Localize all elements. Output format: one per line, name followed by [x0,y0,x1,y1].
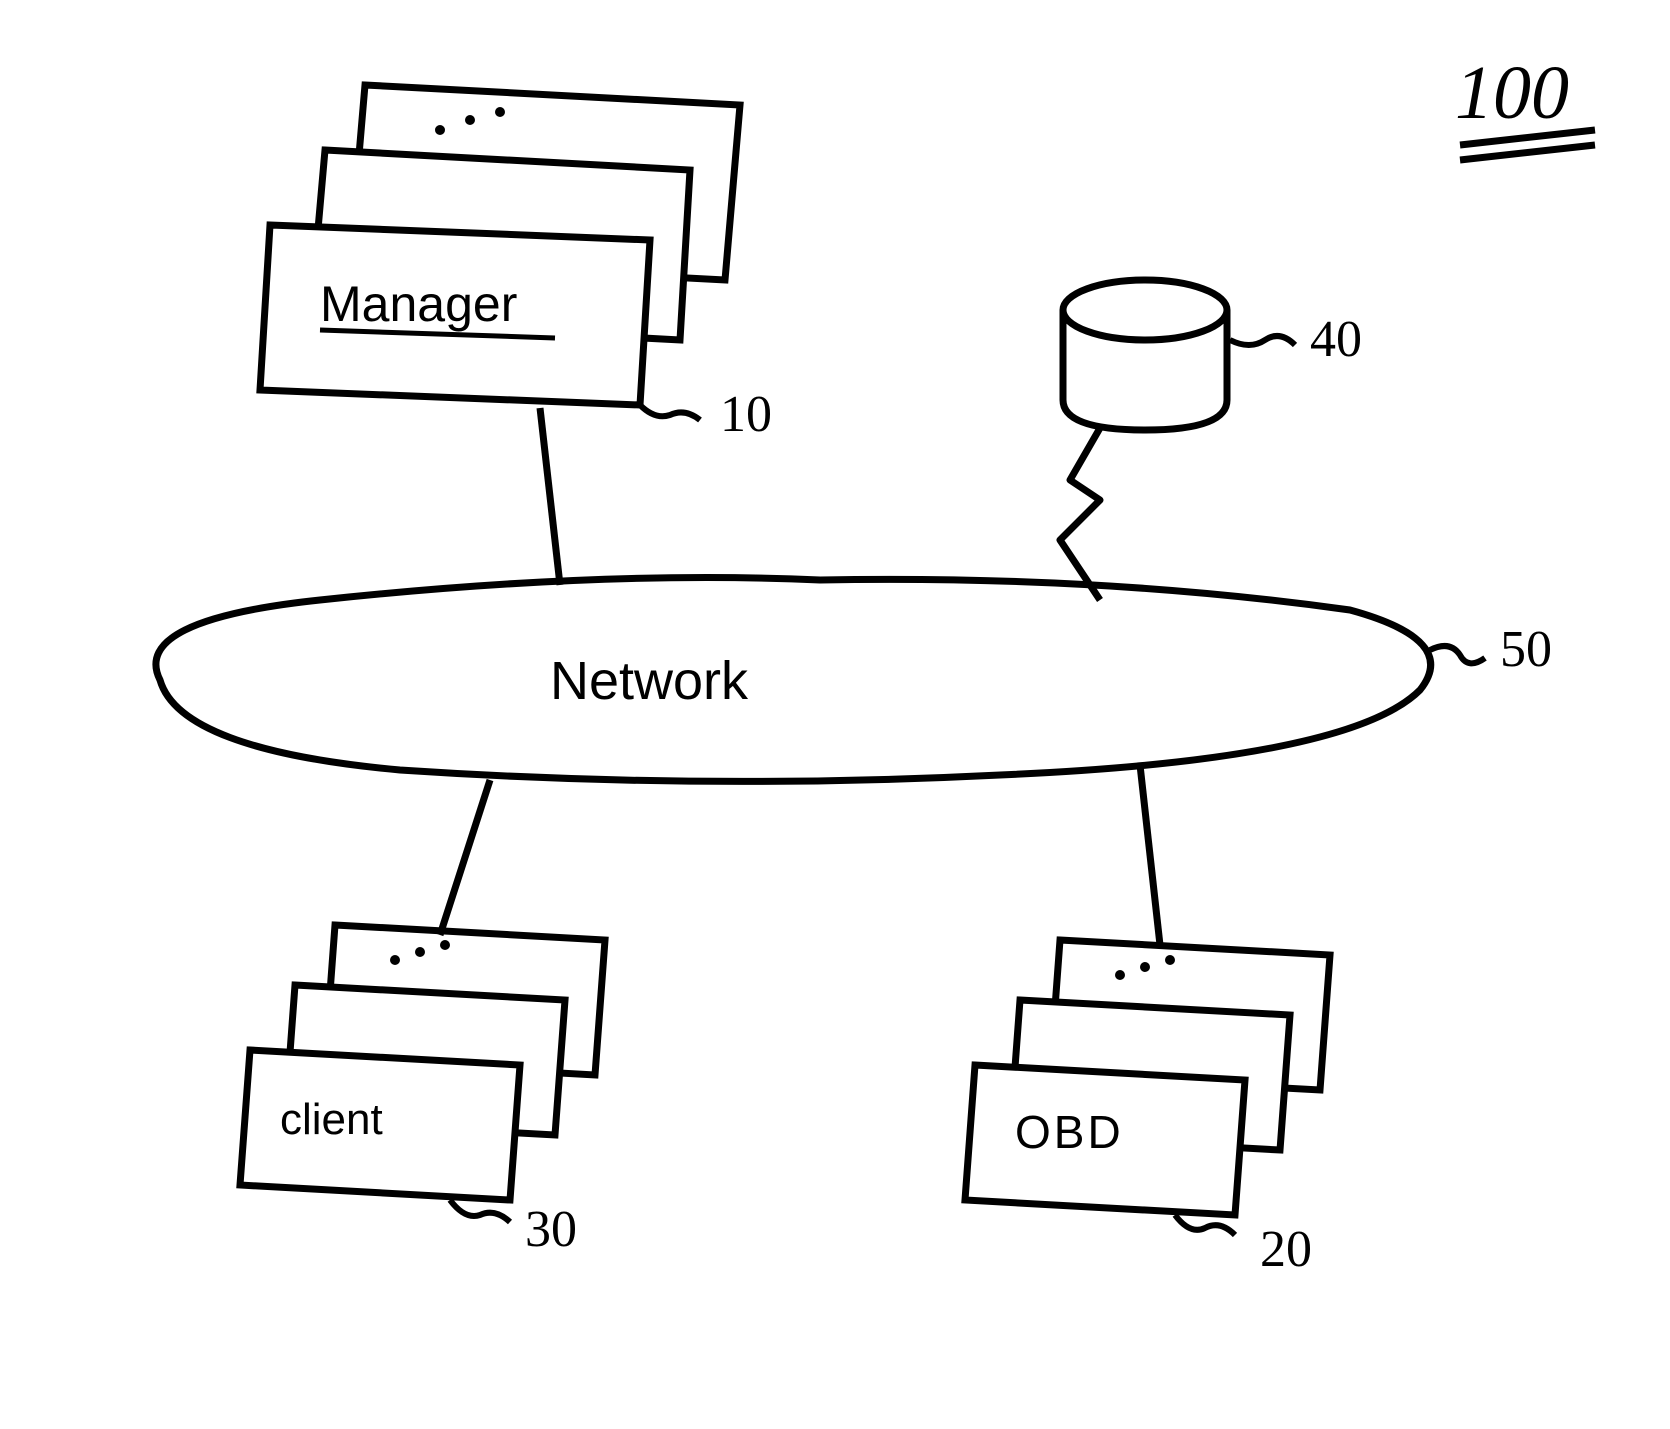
manager-ref: 10 [720,385,772,444]
network-cloud [156,578,1431,782]
client-to-network [440,780,490,935]
database-leader [1230,336,1295,345]
obd-ref: 20 [1260,1220,1312,1279]
manager-stack [260,85,740,405]
database-to-network [1060,428,1100,600]
client-label: client [280,1095,383,1145]
network-label: Network [550,650,748,712]
network-leader [1430,646,1485,663]
network-ref: 50 [1500,620,1552,679]
client-stack [240,925,605,1200]
client-leader [450,1200,510,1222]
database-ref: 40 [1310,310,1362,369]
obd-label: OBD [1015,1105,1124,1159]
obd-stack [965,940,1330,1215]
database-cylinder [1063,280,1227,430]
obd-to-network [1140,765,1160,945]
manager-to-network [540,408,560,585]
diagram-canvas [0,0,1670,1429]
manager-leader [640,405,700,420]
manager-label: Manager [320,275,517,333]
client-ref: 30 [525,1200,577,1259]
figure-number: 100 [1455,50,1569,137]
